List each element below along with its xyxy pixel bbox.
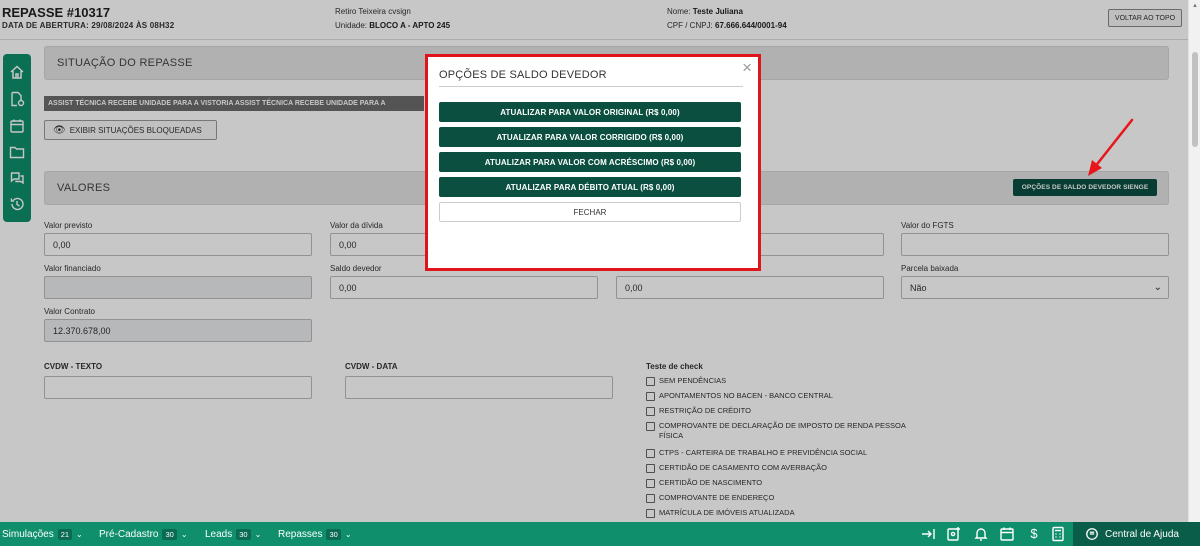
red-arrow-annotation	[1088, 118, 1134, 176]
chevron-down-icon: ⌄	[344, 529, 352, 539]
leads-menu[interactable]: Leads 30 ⌄	[205, 522, 261, 546]
bottom-bar: Simulações 21 ⌄ Pré-Cadastro 30 ⌄ Leads …	[0, 522, 1200, 546]
update-original-value-button[interactable]: ATUALIZAR PARA VALOR ORIGINAL (R$ 0,00)	[439, 102, 741, 122]
calendar-icon[interactable]	[999, 526, 1015, 542]
transfers-menu[interactable]: Repasses 30 ⌄	[278, 522, 352, 546]
chevron-down-icon: ⌄	[254, 529, 262, 539]
modal-close-button[interactable]: FECHAR	[439, 202, 741, 222]
scroll-thumb[interactable]	[1192, 52, 1198, 147]
page-scrollbar[interactable]: ▲	[1188, 0, 1200, 522]
exit-arrow-icon[interactable]	[920, 526, 936, 542]
chevron-down-icon: ⌄	[180, 529, 188, 539]
scroll-up-icon[interactable]: ▲	[1192, 3, 1198, 9]
add-user-icon[interactable]	[946, 526, 962, 542]
calculator-icon[interactable]	[1050, 526, 1066, 542]
close-icon[interactable]: ×	[742, 59, 752, 76]
update-increased-value-button[interactable]: ATUALIZAR PARA VALOR COM ACRÉSCIMO (R$ 0…	[439, 152, 741, 172]
bell-icon[interactable]	[973, 526, 989, 542]
chevron-down-icon: ⌄	[76, 529, 83, 539]
update-current-debt-button[interactable]: ATUALIZAR PARA DÉBITO ATUAL (R$ 0,00)	[439, 177, 741, 197]
simulations-menu[interactable]: Simulações 21 ⌄	[2, 522, 83, 546]
debt-options-modal: OPÇÕES DE SALDO DEVEDOR × ATUALIZAR PARA…	[425, 54, 761, 271]
help-center-button[interactable]: Central de Ajuda	[1073, 522, 1200, 546]
modal-divider	[439, 86, 743, 87]
pre-registration-menu[interactable]: Pré-Cadastro 30 ⌄	[99, 522, 188, 546]
help-chat-icon	[1085, 527, 1099, 541]
update-corrected-value-button[interactable]: ATUALIZAR PARA VALOR CORRIGIDO (R$ 0,00)	[439, 127, 741, 147]
dollar-icon[interactable]: $	[1026, 526, 1042, 542]
modal-title: OPÇÕES DE SALDO DEVEDOR	[439, 69, 607, 81]
